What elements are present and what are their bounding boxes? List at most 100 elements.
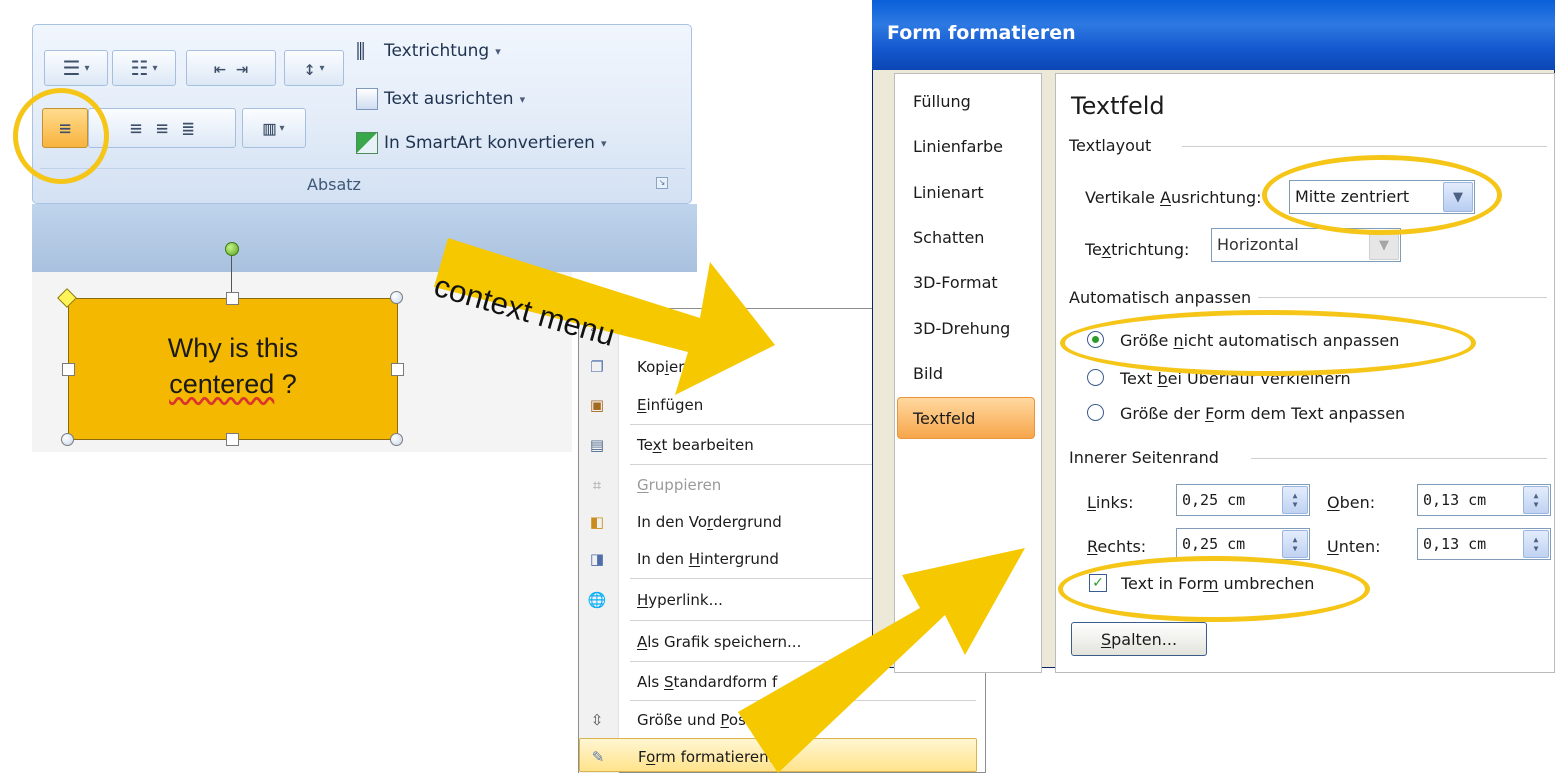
smartart-button[interactable]: In SmartArt konvertieren ▾: [356, 132, 606, 154]
rechts-label: Rechts:: [1087, 537, 1147, 556]
oben-spinner[interactable]: 0,13 cm ▲ ▼: [1417, 484, 1551, 516]
nav-item-fuellung[interactable]: Füllung: [913, 92, 971, 111]
format-shape-icon: ✎: [591, 748, 605, 766]
text-ausrichten-label: Text ausrichten: [384, 89, 514, 109]
line-spacing-button[interactable]: ↕ ▾: [284, 50, 344, 86]
unten-spinner[interactable]: 0,13 cm ▲ ▼: [1417, 528, 1551, 560]
nav-item-schatten[interactable]: Schatten: [913, 228, 984, 247]
oben-value: 0,13 cm: [1423, 491, 1487, 509]
radio-resize-shape-label[interactable]: Größe der Form dem Text anpassen: [1120, 404, 1405, 423]
chevron-down-icon: ▾: [519, 92, 526, 106]
wrap-text-checkbox[interactable]: ✓: [1089, 574, 1107, 592]
vertical-alignment-select[interactable]: Mitte zentriert ▼: [1289, 180, 1475, 214]
chevron-down-icon[interactable]: ▼: [1443, 182, 1473, 212]
nav-item-textfeld[interactable]: Textfeld: [913, 409, 975, 428]
wrap-text-label[interactable]: Text in Form umbrechen: [1121, 574, 1314, 593]
increase-indent-icon: ⇥: [236, 56, 249, 80]
spinner-arrows-icon[interactable]: ▲ ▼: [1523, 486, 1549, 514]
numbering-button[interactable]: ☷ ▾: [112, 50, 176, 86]
oben-label: Oben:: [1327, 493, 1376, 512]
radio-shrink-on-overflow[interactable]: [1087, 369, 1104, 386]
links-label: Links:: [1087, 493, 1134, 512]
resize-handle-se[interactable]: [390, 433, 403, 446]
group-icon: ⌗: [592, 476, 602, 494]
menu-item-form-formatieren[interactable]: ✎ Form formatieren...: [579, 738, 977, 772]
checkmark-icon: ✓: [1092, 575, 1104, 591]
rechts-spinner[interactable]: 0,25 cm ▲ ▼: [1176, 528, 1310, 560]
text-direction-select[interactable]: Horizontal ▼: [1211, 228, 1401, 262]
resize-handle-sw[interactable]: [61, 433, 74, 446]
columns-icon: ▥: [263, 116, 276, 140]
copy-icon: ❐: [590, 358, 604, 376]
align-center-icon: ≡: [129, 116, 142, 140]
hyperlink-icon: 🌐: [587, 591, 607, 609]
chevron-down-icon: ▾: [152, 62, 158, 74]
shape-text-word: centered: [169, 369, 275, 399]
ribbon-divider: [40, 168, 685, 169]
chevron-down-icon: ▾: [319, 62, 325, 74]
chevron-down-icon: ▼: [1369, 230, 1399, 260]
chevron-down-icon: ▾: [495, 44, 501, 58]
unten-value: 0,13 cm: [1423, 535, 1487, 553]
resize-handle-e[interactable]: [391, 363, 404, 376]
group-label: Absatz: [307, 175, 361, 194]
radio-do-not-autofit[interactable]: [1087, 331, 1104, 348]
text-direction-icon: ⫼: [356, 39, 366, 63]
section-textlayout: Textlayout: [1069, 136, 1152, 155]
ribbon-bottom-bar: [32, 204, 697, 272]
decrease-indent-icon: ⇤: [213, 56, 226, 80]
text-ausrichten-button[interactable]: Text ausrichten ▾: [356, 88, 525, 110]
indent-buttons[interactable]: ⇤ ⇥: [186, 50, 276, 86]
resize-handle-s[interactable]: [226, 433, 239, 446]
columns-button[interactable]: ▥ ▾: [242, 108, 306, 148]
links-spinner[interactable]: 0,25 cm ▲ ▼: [1176, 484, 1310, 516]
chevron-down-icon: ▾: [84, 62, 90, 74]
section-autofit: Automatisch anpassen: [1069, 288, 1252, 307]
menu-item-groesse-und-position[interactable]: ⇳ Größe und Pos: [579, 702, 977, 738]
section-divider: [1182, 146, 1547, 147]
rotation-handle[interactable]: [225, 242, 239, 256]
numbered-list-icon: ☷: [130, 56, 149, 80]
nav-item-linienart[interactable]: Linienart: [913, 183, 984, 202]
columns-button[interactable]: Spalten...: [1071, 622, 1207, 656]
align-left-icon: ≡: [58, 116, 72, 140]
section-internal-margin: Innerer Seitenrand: [1069, 448, 1219, 467]
nav-item-linienfarbe[interactable]: Linienfarbe: [913, 137, 1003, 156]
panel-title: Textfeld: [1071, 92, 1165, 120]
links-value: 0,25 cm: [1182, 491, 1246, 509]
nav-item-bild[interactable]: Bild: [913, 364, 943, 383]
nav-item-3d-format[interactable]: 3D-Format: [913, 273, 998, 292]
shape-text-rest: ?: [274, 369, 297, 399]
spinner-arrows-icon[interactable]: ▲ ▼: [1282, 486, 1308, 514]
align-left-button[interactable]: ≡: [42, 108, 88, 148]
bring-forward-icon: ◧: [589, 513, 605, 531]
rechts-value: 0,25 cm: [1182, 535, 1246, 553]
resize-handle-w[interactable]: [62, 363, 75, 376]
text-direction-label: Textrichtung:: [1085, 240, 1190, 259]
resize-handle-ne[interactable]: [390, 291, 403, 304]
align-right-icon: ≡: [155, 116, 169, 140]
dialog-launcher-icon[interactable]: ↘: [656, 177, 668, 189]
dialog-title: Form formatieren: [887, 22, 1076, 44]
section-divider: [1251, 458, 1547, 459]
shape-text-line1: Why is this: [167, 333, 299, 363]
text-direction-value: Horizontal: [1217, 235, 1299, 254]
unten-label: Unten:: [1327, 537, 1381, 556]
smartart-icon: [356, 132, 378, 154]
section-divider: [1258, 297, 1547, 298]
send-backward-icon: ◨: [589, 550, 605, 568]
line-spacing-icon: ↕: [303, 56, 316, 80]
shape-text[interactable]: Why is this centered ?: [68, 330, 398, 402]
radio-resize-shape[interactable]: [1087, 404, 1104, 421]
chevron-down-icon: ▾: [600, 136, 607, 150]
vertical-alignment-label: Vertikale Ausrichtung:: [1085, 188, 1262, 207]
spinner-arrows-icon[interactable]: ▲ ▼: [1282, 530, 1308, 558]
nav-item-3d-drehung[interactable]: 3D-Drehung: [913, 319, 1010, 338]
spinner-arrows-icon[interactable]: ▲ ▼: [1523, 530, 1549, 558]
bullets-button[interactable]: ☰ ▾: [44, 50, 108, 86]
radio-do-not-autofit-label[interactable]: Größe nicht automatisch anpassen: [1120, 331, 1399, 350]
textrichtung-button[interactable]: ⫼ Textrichtung ▾: [356, 40, 501, 62]
alignment-buttons[interactable]: ≡ ≡ ≣: [88, 108, 236, 148]
radio-shrink-on-overflow-label[interactable]: Text bei Überlauf verkleinern: [1120, 369, 1351, 388]
resize-handle-n[interactable]: [226, 292, 239, 305]
